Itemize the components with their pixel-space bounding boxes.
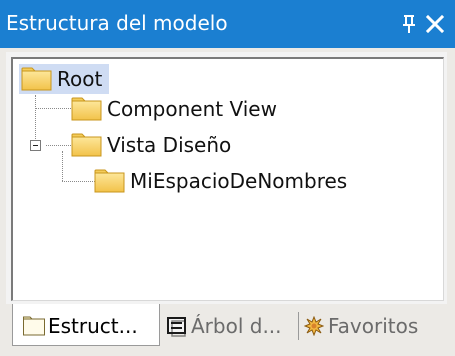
tree-node-root[interactable]: Root <box>19 64 109 94</box>
tree-node-label: MiEspacioDeNombres <box>130 169 348 193</box>
tab-label: Favoritos <box>328 314 419 338</box>
tab-estructura[interactable]: Estruct... <box>12 304 160 346</box>
tree-connector <box>62 181 95 182</box>
panel-tabbar: Estruct... Árbol d... Favoritos <box>6 304 447 348</box>
star-burst-icon <box>304 316 324 336</box>
tree-node-label: Root <box>57 67 103 91</box>
diagram-tree-icon <box>167 317 186 337</box>
tree-node-component-view[interactable]: Component View <box>69 94 299 124</box>
folder-outline-icon <box>23 316 45 336</box>
tab-favoritos[interactable]: Favoritos <box>301 304 441 346</box>
pin-icon[interactable] <box>401 13 417 35</box>
tree-connector <box>35 95 36 145</box>
tab-label: Árbol d... <box>191 314 282 338</box>
model-tree[interactable]: Root Component View Vista Diseño MiEspac… <box>11 57 444 301</box>
panel-title: Estructura del modelo <box>6 11 228 35</box>
tree-node-mi-espacio-de-nombres[interactable]: MiEspacioDeNombres <box>92 166 392 196</box>
tab-arbol-diagramas[interactable]: Árbol d... <box>162 304 297 346</box>
tab-separator <box>298 312 299 340</box>
folder-icon <box>21 67 52 91</box>
tree-connector <box>62 151 63 181</box>
folder-icon <box>71 97 102 121</box>
folder-icon <box>94 169 125 193</box>
model-structure-panel: Root Component View Vista Diseño MiEspac… <box>6 52 447 304</box>
tree-node-vista-diseno[interactable]: Vista Diseño <box>69 130 259 160</box>
close-icon[interactable] <box>424 12 446 36</box>
tree-node-label: Component View <box>107 97 277 121</box>
panel-titlebar: Estructura del modelo <box>0 0 455 48</box>
tree-node-label: Vista Diseño <box>107 133 232 157</box>
tree-connector <box>35 108 73 109</box>
folder-icon <box>71 133 102 157</box>
collapse-toggle[interactable] <box>30 140 41 151</box>
tab-label: Estruct... <box>48 314 138 338</box>
